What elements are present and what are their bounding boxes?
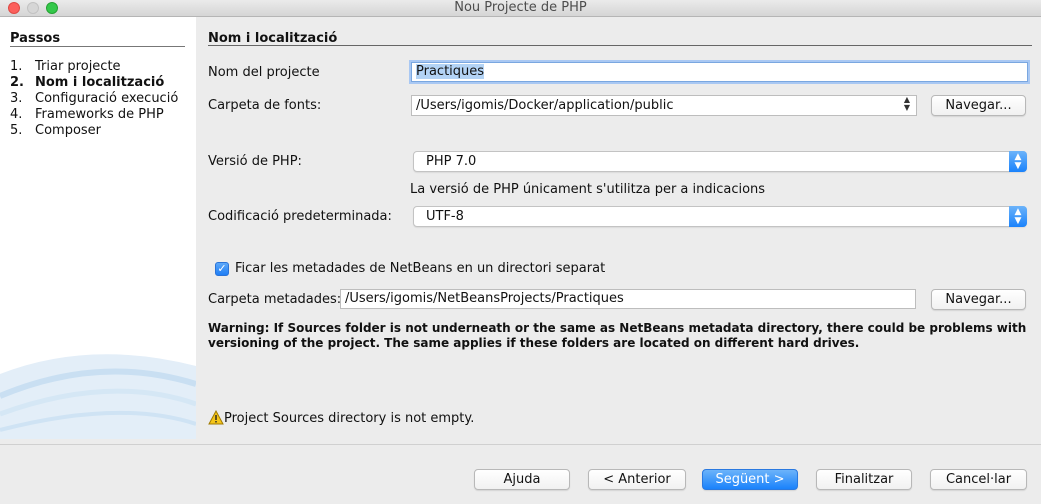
step-number: 5.	[10, 123, 23, 138]
browse-metadata-button[interactable]: Navegar...	[931, 289, 1026, 310]
sources-folder-value: /Users/igomis/Docker/application/public	[416, 98, 674, 113]
project-name-input[interactable]: Practiques	[411, 62, 1028, 82]
next-button[interactable]: Següent >	[702, 469, 798, 490]
section-divider	[208, 45, 1032, 46]
php-version-select[interactable]: PHP 7.0 ▲ ▼	[413, 151, 1027, 172]
metadata-folder-label: Carpeta metadades:	[208, 292, 342, 307]
steps-divider	[10, 46, 185, 47]
encoding-value: UTF-8	[426, 209, 464, 224]
php-version-label: Versió de PHP:	[208, 154, 302, 169]
step-item: 3. Configuració execució	[10, 91, 178, 107]
section-title: Nom i localització	[208, 31, 338, 46]
step-number: 1.	[10, 59, 23, 74]
php-version-value: PHP 7.0	[426, 154, 477, 169]
metadata-separate-checkbox[interactable]: ✓	[215, 262, 229, 276]
finish-button[interactable]: Finalitzar	[816, 469, 912, 490]
step-label: Triar projecte	[35, 59, 121, 74]
step-label: Frameworks de PHP	[35, 107, 164, 122]
help-button[interactable]: Ajuda	[474, 469, 570, 490]
metadata-folder-input[interactable]: /Users/igomis/NetBeansProjects/Practique…	[340, 289, 916, 309]
back-button[interactable]: < Anterior	[588, 469, 686, 490]
window-titlebar: Nou Projecte de PHP	[0, 0, 1041, 17]
step-number: 3.	[10, 91, 23, 106]
step-label: Composer	[35, 123, 102, 138]
encoding-select[interactable]: UTF-8 ▲ ▼	[413, 206, 1027, 227]
steps-title: Passos	[10, 31, 61, 46]
step-item: 4. Frameworks de PHP	[10, 107, 178, 123]
sources-warning-message: Project Sources directory is not empty.	[208, 409, 475, 427]
sources-folder-label: Carpeta de fonts:	[208, 98, 322, 113]
step-label: Nom i localització	[35, 75, 165, 90]
close-window-button[interactable]	[8, 2, 20, 14]
step-item: 1. Triar projecte	[10, 59, 178, 75]
sources-warning-text: Project Sources directory is not empty.	[224, 411, 475, 426]
step-item-current: 2. Nom i localització	[10, 75, 178, 91]
step-label: Configuració execució	[35, 91, 179, 106]
metadata-separate-label[interactable]: Ficar les metadades de NetBeans en un di…	[235, 261, 605, 277]
minimize-window-button[interactable]	[27, 2, 39, 14]
decorative-swoosh-graphic	[0, 354, 196, 439]
cancel-button[interactable]: Cancel·lar	[930, 469, 1027, 490]
step-number: 2.	[10, 75, 24, 90]
chevron-updown-icon[interactable]: ▲ ▼	[900, 96, 914, 114]
project-name-value: Practiques	[416, 64, 485, 79]
warning-icon	[208, 409, 224, 425]
php-version-hint: La versió de PHP únicament s'utilitza pe…	[410, 182, 766, 197]
browse-sources-button[interactable]: Navegar...	[931, 95, 1026, 116]
footer-divider	[0, 444, 1041, 445]
chevron-updown-icon: ▲ ▼	[1009, 151, 1027, 172]
chevron-updown-icon: ▲ ▼	[1009, 206, 1027, 227]
step-item: 5. Composer	[10, 123, 178, 139]
step-number: 4.	[10, 107, 23, 122]
metadata-folder-value: /Users/igomis/NetBeansProjects/Practique…	[345, 291, 624, 306]
steps-list: 1. Triar projecte 2. Nom i localització 3.…	[10, 59, 178, 139]
project-name-label: Nom del projecte	[208, 65, 320, 80]
steps-panel: Passos 1. Triar projecte 2. Nom i localitz…	[0, 17, 196, 439]
versioning-warning-text: Warning: If Sources folder is not undern…	[208, 321, 1027, 350]
encoding-label: Codificació predeterminada:	[208, 209, 392, 224]
window-title: Nou Projecte de PHP	[454, 0, 587, 15]
sources-folder-combo[interactable]: /Users/igomis/Docker/application/public …	[411, 95, 917, 116]
maximize-window-button[interactable]	[46, 2, 58, 14]
